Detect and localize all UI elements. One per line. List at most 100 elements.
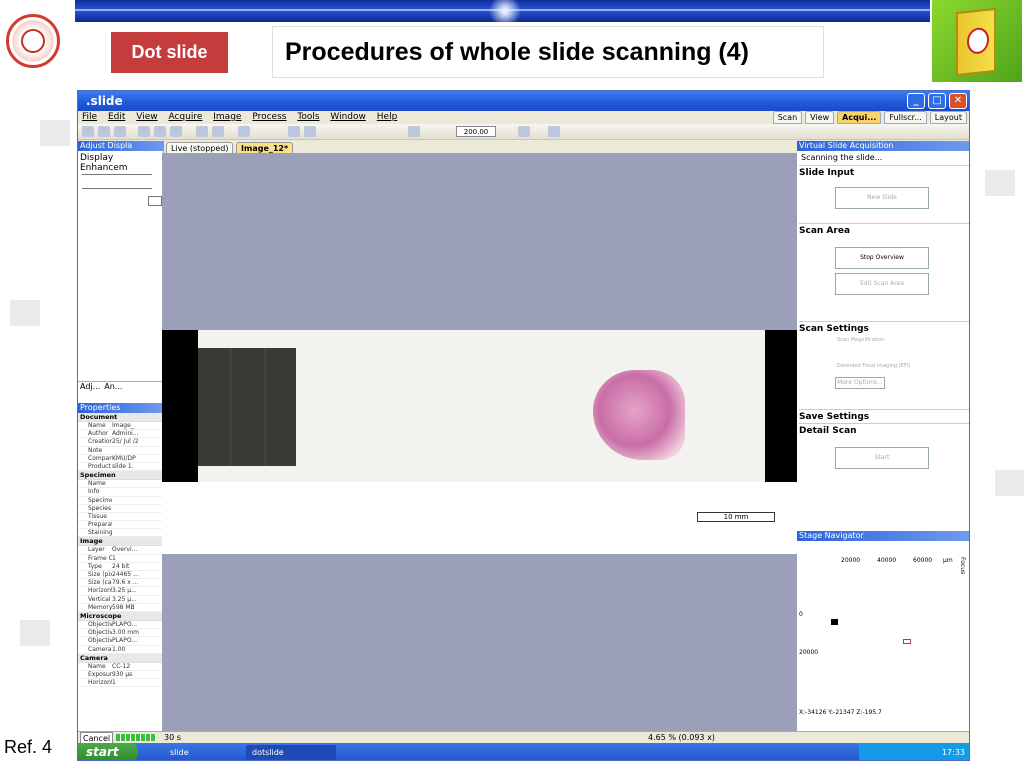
open-icon[interactable] [98,126,110,137]
section-detail-scan[interactable]: Detail Scan [799,423,969,436]
copy-icon[interactable] [154,126,166,137]
properties-group[interactable]: Image [78,537,164,547]
property-row[interactable]: Preparat... [78,521,164,530]
property-row[interactable]: Exposur...930 µs [78,671,164,680]
properties-group[interactable]: Specimen [78,471,164,481]
section-scan-area[interactable]: Scan Area [799,223,969,236]
taskbar-slide[interactable]: slide [164,745,234,760]
edit-scan-area-button[interactable]: Edit Scan Area [835,273,929,295]
property-row[interactable]: CompanyKMU/DP [78,455,164,463]
tab-fullscreen[interactable]: Fullscr... [884,111,927,124]
new-icon[interactable] [82,126,94,137]
section-tag: Dot slide [111,32,228,73]
menu-view[interactable]: View [136,111,157,124]
property-value: slide 1. [112,462,134,470]
paste-icon[interactable] [170,126,182,137]
menu-tools[interactable]: Tools [297,111,319,124]
frame-icon[interactable] [548,126,560,137]
property-row[interactable]: Horizont...1 [78,679,164,688]
property-row[interactable]: Name Image_ [78,422,164,431]
menu-help[interactable]: Help [377,111,398,124]
efi-checkbox[interactable]: Extended Focal Imaging (EFI) [837,363,910,369]
more-options-button[interactable]: More Options... [835,377,885,389]
property-row[interactable]: Tissue [78,512,164,522]
settings-icon[interactable] [518,126,530,137]
properties-group[interactable]: Microscope [78,611,164,621]
property-row[interactable]: Objectiv...PLAPO... [78,621,164,630]
property-row[interactable]: Horizont...3.25 µ... [78,587,164,596]
property-key: Company [88,454,112,462]
presentation-slide: Dot slide Procedures of whole slide scan… [0,0,1024,768]
property-row[interactable]: Camera a...1.00 [78,646,164,654]
property-row[interactable]: Note [78,447,164,455]
tab-image[interactable]: Image_12* [236,142,294,153]
property-row[interactable]: Objectiv...PLAPO... [78,637,164,646]
layout-dropdown[interactable]: Layout [929,111,967,124]
properties-group[interactable]: Document [78,413,164,422]
property-row[interactable]: Product ...slide 1. [78,462,164,472]
section-slide-input[interactable]: Slide Input [799,165,969,178]
new-slide-button[interactable]: New Slide [835,187,929,209]
properties-group[interactable]: Camera [78,653,164,663]
menu-edit[interactable]: Edit [108,111,125,124]
property-row[interactable]: Size (pix...24465 ... [78,571,164,580]
section-scan-settings[interactable]: Scan Settings [799,321,969,334]
x-tick: 20000 [841,557,861,564]
tab-acquire[interactable]: Acqui... [837,111,882,124]
property-row[interactable]: Name CC-12 [78,663,164,671]
image-viewer[interactable]: 10 mm [162,153,797,731]
property-value: 25/ Jul /2 [112,438,139,446]
tab-adjust[interactable]: Adj... [80,382,100,393]
zoom-input[interactable]: 200.00 [456,126,496,137]
save-icon[interactable] [114,126,126,137]
property-value: 1 [112,554,116,562]
property-row[interactable]: Memory ...598 MB [78,604,164,612]
property-row[interactable]: Frame C...1 [78,555,164,563]
property-row[interactable]: Type 24 bit [78,563,164,571]
app-title: .slide [86,94,123,108]
property-key: Tissue [88,512,107,520]
property-row[interactable]: Size (cal...79.6 x ... [78,579,164,588]
property-value: 3.25 µ... [112,595,137,603]
property-row[interactable]: Species [78,505,164,513]
start-detail-scan-button[interactable]: Start [835,447,929,469]
menu-image[interactable]: Image [213,111,241,124]
menu-window[interactable]: Window [330,111,366,124]
measure-icon[interactable] [408,126,420,137]
close-button[interactable]: ✕ [949,93,967,109]
property-key: Specimen [88,496,112,504]
property-row[interactable]: Author Admini... [78,430,164,439]
select-icon[interactable] [288,126,300,137]
property-row[interactable]: Staining [78,529,164,538]
contrast-slider[interactable] [82,183,152,189]
property-row[interactable]: Layer Overvi... [78,546,164,555]
property-row[interactable]: Objectiv...3.00 mm [78,629,164,638]
tab-view[interactable]: View [805,111,835,124]
menu-acquire[interactable]: Acquire [168,111,202,124]
property-row[interactable]: Info [78,488,164,497]
property-row[interactable]: Specimen [78,497,164,505]
start-button[interactable]: start [78,743,138,760]
property-value [112,513,150,520]
property-row[interactable]: Creation 25/ Jul /2 [78,438,164,447]
minimize-button[interactable]: _ [907,93,925,109]
undo-icon[interactable] [196,126,208,137]
property-key: Author [88,430,109,438]
brightness-slider[interactable] [82,169,152,175]
default-button[interactable] [148,196,162,206]
help-icon[interactable] [238,126,250,137]
tab-live[interactable]: Live (stopped) [166,142,234,153]
property-row[interactable]: Vertical ...3.25 µ... [78,596,164,604]
section-save-settings[interactable]: Save Settings [799,409,969,422]
taskbar-dotslide[interactable]: dotslide [246,745,336,760]
redo-icon[interactable] [212,126,224,137]
cut-icon[interactable] [138,126,150,137]
stop-overview-button[interactable]: Stop Overview [835,247,929,269]
menu-process[interactable]: Process [252,111,286,124]
property-row[interactable]: Name [78,480,164,489]
tab-scan[interactable]: Scan [772,111,803,124]
zoom-icon[interactable] [304,126,316,137]
tab-annotations[interactable]: An... [104,382,122,393]
maximize-button[interactable]: □ [928,93,946,109]
menu-file[interactable]: File [82,111,97,124]
